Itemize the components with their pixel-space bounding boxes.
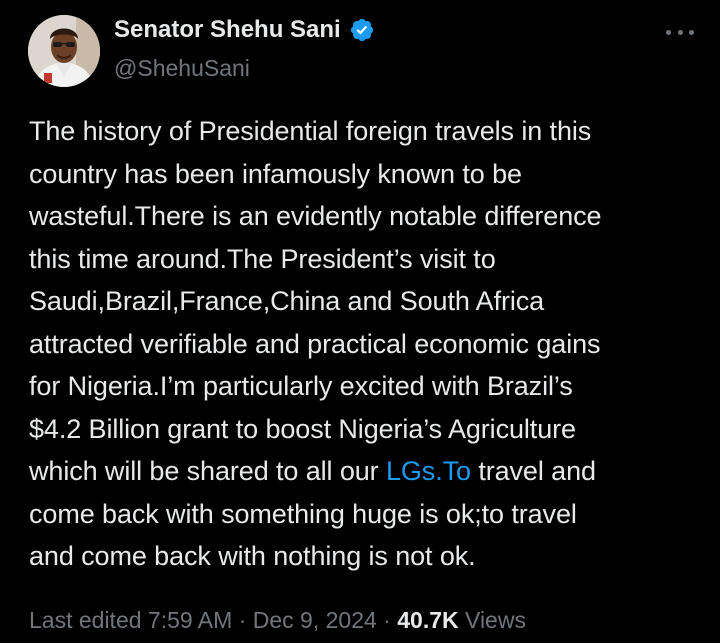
tweet-text-line: come back with something huge is ok;to t…: [29, 498, 577, 529]
author-name-row: Senator Shehu Sani: [114, 14, 375, 46]
author-display-name[interactable]: Senator Shehu Sani: [114, 14, 341, 46]
views-count: 40.7K: [397, 607, 459, 633]
meta-separator: ·: [232, 607, 253, 633]
avatar-image: [28, 15, 100, 87]
tweet-text-line: and come back with nothing is not ok.: [29, 541, 476, 571]
tweet-text-segment: travel and: [470, 456, 596, 486]
tweet-text: The history of Presidential foreign trav…: [29, 110, 699, 578]
views-label: Views: [465, 607, 526, 633]
edited-label[interactable]: Last edited: [29, 607, 142, 633]
meta-separator: ·: [376, 607, 398, 633]
tweet-text-line: this time around.The President’s visit t…: [29, 243, 496, 274]
tweet-card: Senator Shehu Sani @ShehuSani The histor…: [0, 0, 720, 643]
avatar[interactable]: [28, 15, 100, 87]
more-options-icon[interactable]: [666, 22, 694, 42]
tweet-text-line: country has been infamously known to be: [29, 158, 522, 189]
author-handle[interactable]: @ShehuSani: [114, 54, 250, 82]
verified-badge-icon[interactable]: [349, 17, 375, 43]
tweet-text-segment: which will be shared to all our: [29, 456, 386, 486]
tweet-text-line: which will be shared to all our LGs.To t…: [29, 450, 699, 493]
tweet-text-line: $4.2 Billion grant to boost Nigeria’s Ag…: [29, 413, 576, 444]
tweet-text-line: The history of Presidential foreign trav…: [29, 116, 592, 146]
tweet-link[interactable]: LGs.To: [386, 456, 471, 486]
dot-icon: [666, 29, 671, 35]
dot-icon: [677, 29, 683, 35]
tweet-text-line: attracted verifiable and practical econo…: [29, 328, 601, 359]
tweet-meta: Last edited 7:59 AM · Dec 9, 2024 · 40.7…: [29, 603, 526, 637]
post-date[interactable]: Dec 9, 2024: [253, 607, 377, 633]
tweet-text-line: for Nigeria.I’m particularly excited wit…: [29, 371, 573, 401]
post-time[interactable]: 7:59 AM: [148, 607, 232, 633]
dot-icon: [689, 29, 694, 35]
tweet-text-line: Saudi,Brazil,France,China and South Afri…: [29, 286, 545, 316]
tweet-text-line: wasteful.There is an evidently notable d…: [29, 201, 602, 231]
